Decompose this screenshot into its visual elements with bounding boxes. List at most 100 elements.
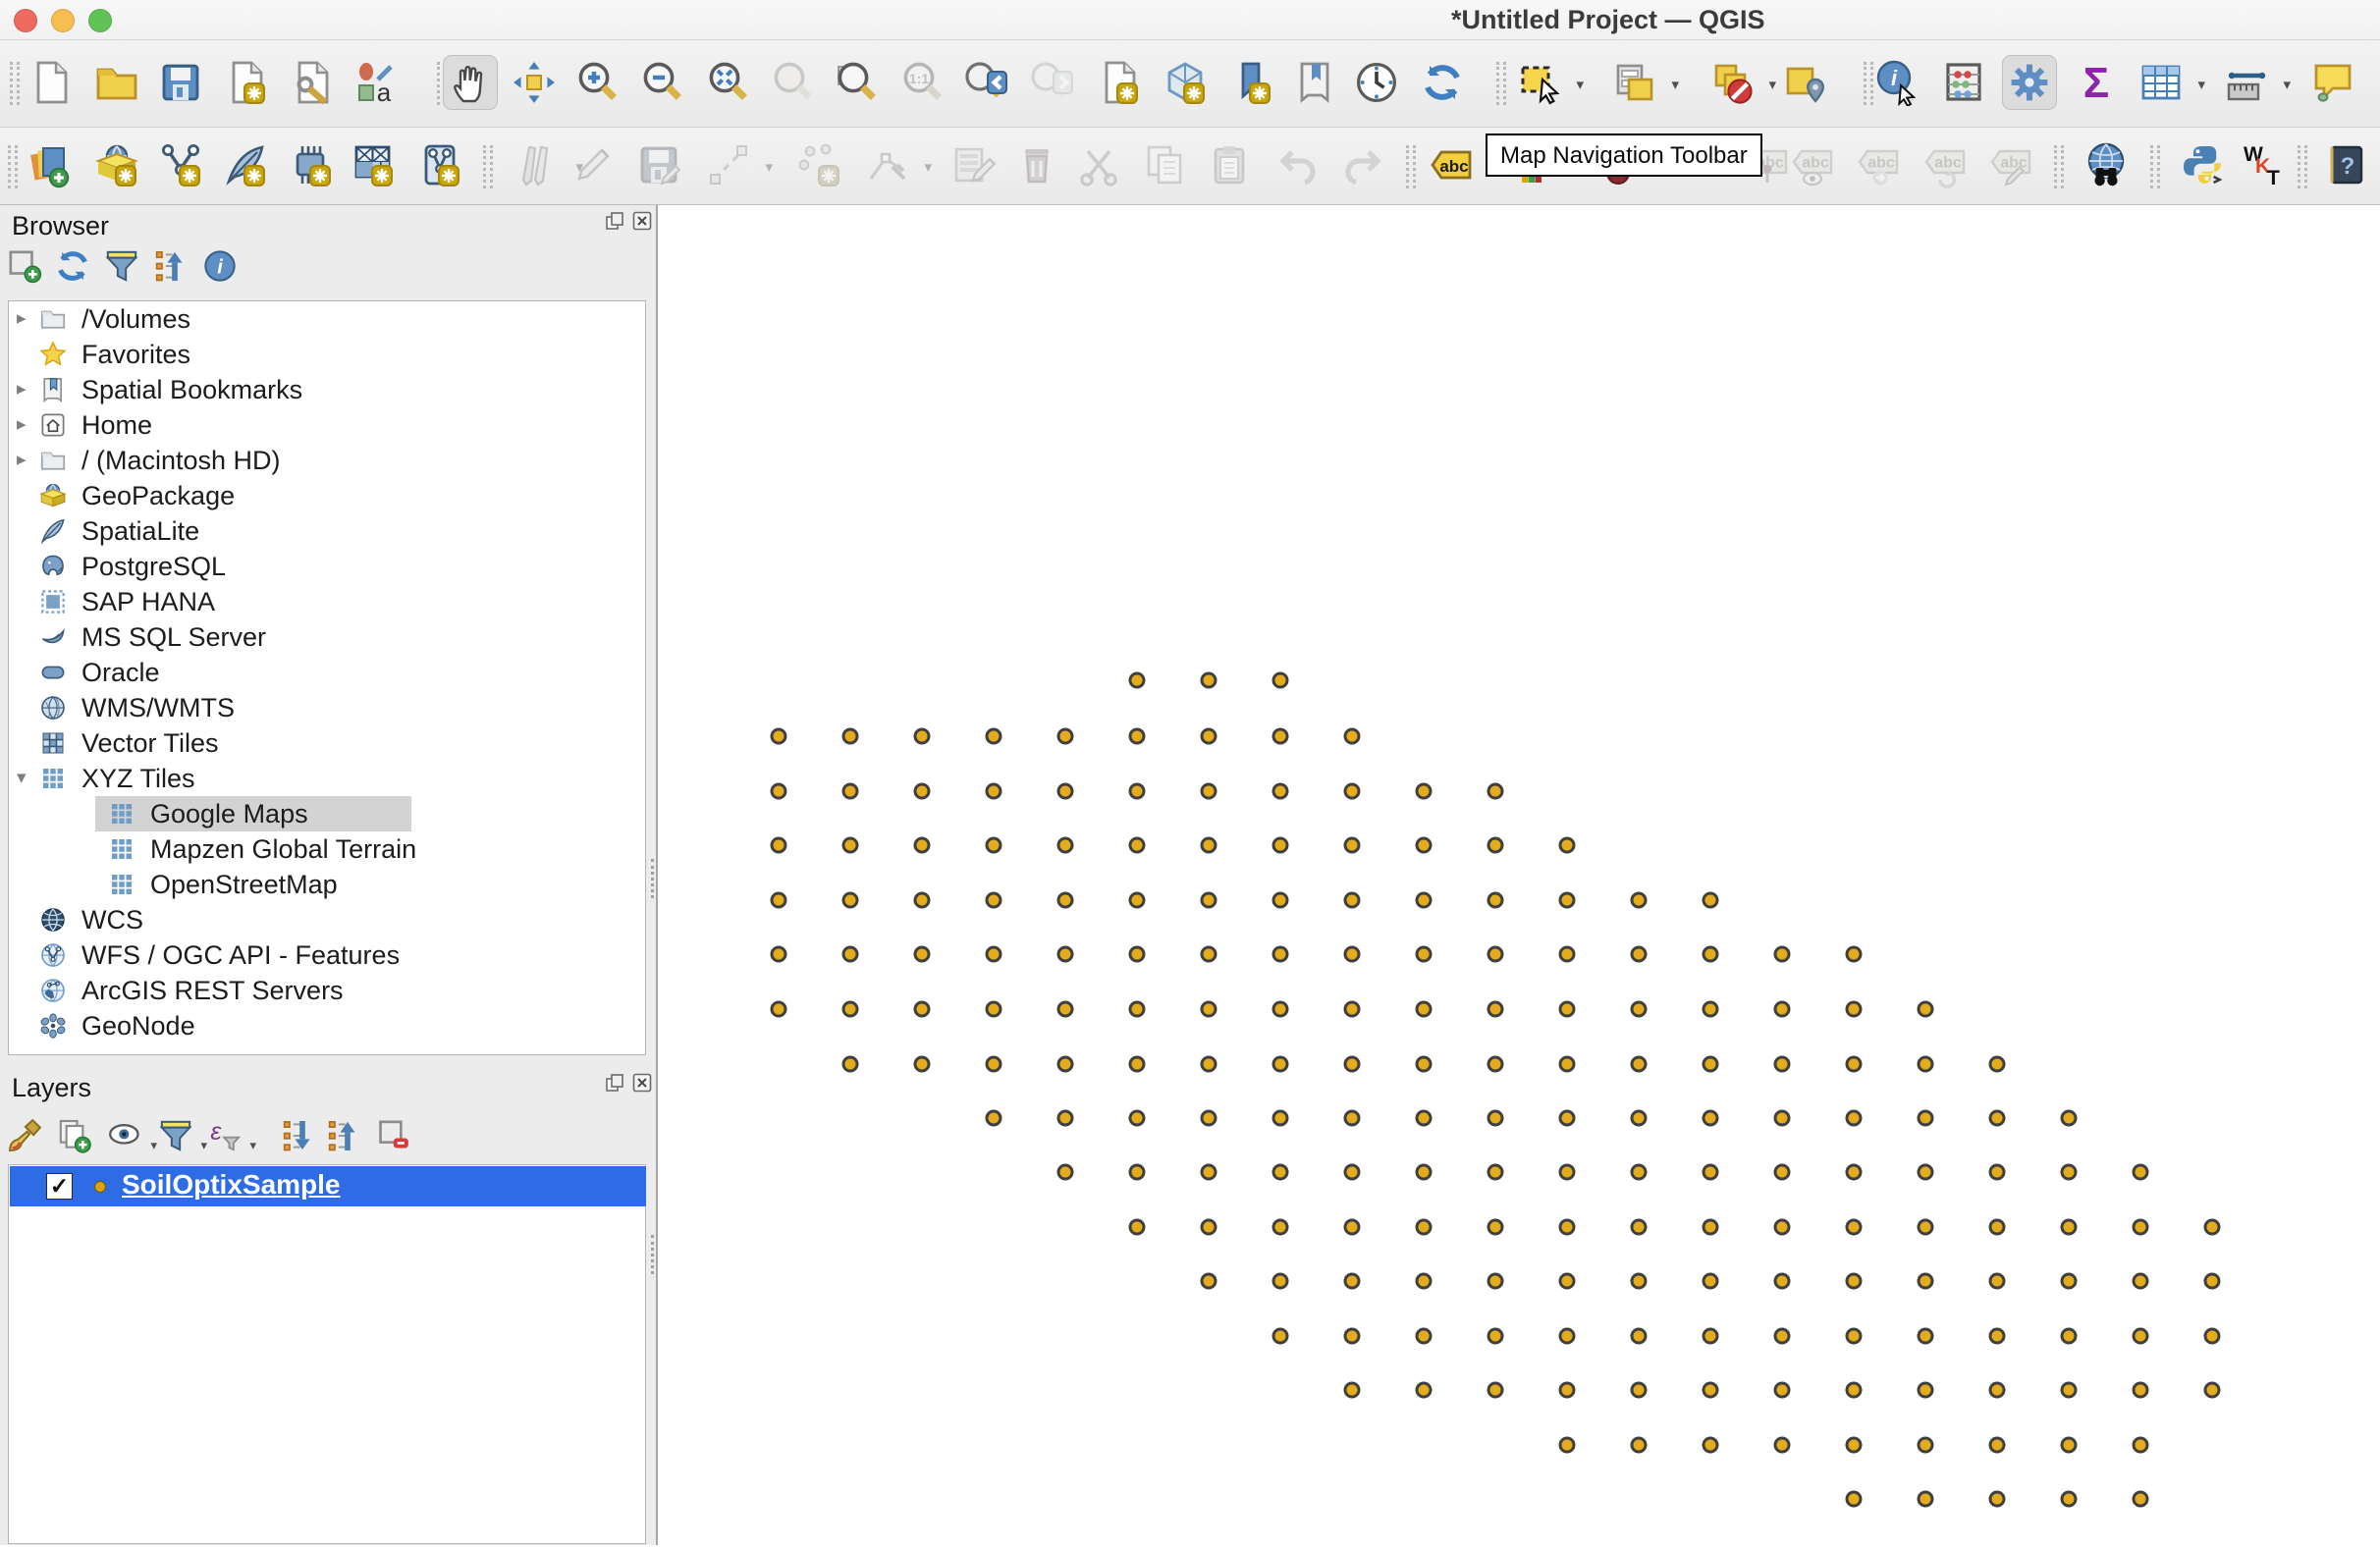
layer-name[interactable]: SoilOptixSample xyxy=(122,1169,341,1201)
add-vector-layer-button[interactable] xyxy=(89,137,144,192)
browser-item-spatialite[interactable]: SpatiaLite xyxy=(9,513,645,549)
measure-line-dropdown[interactable]: ▾ xyxy=(2283,76,2291,93)
show-statistics-button[interactable]: Σ xyxy=(2069,55,2124,110)
select-features-by-rectangle-dropdown[interactable]: ▾ xyxy=(1576,76,1584,93)
disclosure-right-icon[interactable]: ▸ xyxy=(17,407,27,443)
browser-item-wfs-ogc-api-features[interactable]: WFS / OGC API - Features xyxy=(9,937,645,973)
new-project-button[interactable] xyxy=(23,55,78,110)
browser-item-postgresql[interactable]: PostgreSQL xyxy=(9,549,645,584)
minimize-window-button[interactable] xyxy=(51,9,75,32)
zoom-to-layer-button[interactable] xyxy=(830,55,885,110)
filter-legend-button[interactable]: ▾ xyxy=(152,1112,199,1159)
filter-browser-button[interactable] xyxy=(98,242,145,290)
refresh-map-button[interactable] xyxy=(1415,55,1470,110)
statistical-summary-button[interactable] xyxy=(1936,55,1991,110)
browser-item-home[interactable]: ▸Home xyxy=(9,407,645,443)
layer-labeling-button[interactable]: abc xyxy=(1424,137,1479,192)
digitize-with-segment-dropdown[interactable]: ▾ xyxy=(765,158,773,176)
new-spatial-bookmark-button[interactable] xyxy=(1223,55,1278,110)
add-selected-layers-button[interactable] xyxy=(1,242,48,290)
vertex-tool-dropdown[interactable]: ▾ xyxy=(924,158,932,176)
open-data-source-manager-button[interactable] xyxy=(23,137,78,192)
browser-item-mapzen-global-terrain[interactable]: Mapzen Global Terrain xyxy=(9,831,645,867)
select-features-by-rectangle-button[interactable]: ▾ xyxy=(1512,55,1567,110)
browser-item-oracle[interactable]: Oracle xyxy=(9,655,645,690)
metasearch-button[interactable] xyxy=(2079,137,2134,192)
open-project-button[interactable] xyxy=(89,55,144,110)
browser-item-xyz-tiles[interactable]: ▾XYZ Tiles xyxy=(9,761,645,796)
map-canvas[interactable] xyxy=(658,205,2380,1545)
browser-item-wms-wmts[interactable]: WMS/WMTS xyxy=(9,690,645,725)
pan-to-selection-button[interactable] xyxy=(507,55,562,110)
browser-item-arcgis-rest-servers[interactable]: ArcGIS REST Servers xyxy=(9,973,645,1008)
open-attribute-table-button[interactable]: ▾ xyxy=(2134,55,2189,110)
zoom-out-button[interactable] xyxy=(635,55,690,110)
open-attribute-table-dropdown[interactable]: ▾ xyxy=(2197,76,2205,93)
select-features-by-value-dropdown[interactable]: ▾ xyxy=(1671,76,1679,93)
temporal-controller-button[interactable] xyxy=(1349,55,1404,110)
layer-visibility-checkbox[interactable]: ✓ xyxy=(46,1173,73,1200)
browser-item-favorites[interactable]: Favorites xyxy=(9,337,645,372)
style-manager-button[interactable]: a xyxy=(346,55,401,110)
zoom-last-button[interactable] xyxy=(960,55,1015,110)
browser-item-volumes[interactable]: ▸/Volumes xyxy=(9,301,645,337)
collapse-all-button[interactable] xyxy=(319,1112,366,1159)
new-temporary-scratch-layer-button[interactable] xyxy=(412,137,467,192)
remove-layer-button[interactable] xyxy=(369,1112,416,1159)
browser-item-wcs[interactable]: WCS xyxy=(9,902,645,937)
select-features-by-value-button[interactable]: ▾ xyxy=(1607,55,1662,110)
zoom-in-button[interactable] xyxy=(570,55,625,110)
zoom-full-extent-button[interactable] xyxy=(701,55,756,110)
select-by-location-button[interactable] xyxy=(1777,55,1832,110)
browser-close-button[interactable] xyxy=(630,209,654,233)
new-print-layout-button[interactable] xyxy=(218,55,273,110)
refresh-browser-button[interactable] xyxy=(49,242,96,290)
browser-item-macintosh-hd[interactable]: ▸/ (Macintosh HD) xyxy=(9,443,645,478)
open-layer-styling-button[interactable] xyxy=(1,1112,48,1159)
close-window-button[interactable] xyxy=(14,9,37,32)
new-3d-map-view-button[interactable] xyxy=(1158,55,1213,110)
layers-close-button[interactable] xyxy=(630,1071,654,1095)
new-mesh-layer-button[interactable] xyxy=(346,137,401,192)
identify-features-button[interactable]: i xyxy=(1869,55,1924,110)
new-spatialite-layer-button[interactable] xyxy=(218,137,273,192)
add-group-button[interactable] xyxy=(51,1112,98,1159)
collapse-all-button[interactable] xyxy=(146,242,193,290)
browser-item-ms-sql-server[interactable]: MS SQL Server xyxy=(9,619,645,655)
help-button[interactable]: ? xyxy=(2319,137,2374,192)
disclosure-right-icon[interactable]: ▸ xyxy=(17,301,27,337)
browser-item-geonode[interactable]: GeoNode xyxy=(9,1008,645,1043)
filter-by-expression-button[interactable]: ε▾ xyxy=(201,1112,248,1159)
processing-toolbox-button[interactable] xyxy=(2002,55,2057,110)
filter-by-expression-dropdown[interactable]: ▾ xyxy=(249,1138,256,1153)
show-properties-button[interactable]: i xyxy=(196,242,243,290)
browser-item-google-maps[interactable]: Google Maps xyxy=(9,796,645,831)
python-console-button[interactable] xyxy=(2175,137,2230,192)
measure-line-button[interactable]: ▾ xyxy=(2219,55,2274,110)
new-geopackage-layer-button[interactable] xyxy=(153,137,208,192)
layers-float-button[interactable] xyxy=(603,1071,626,1095)
pan-map-button[interactable] xyxy=(443,55,498,110)
browser-item-openstreetmap[interactable]: OpenStreetMap xyxy=(9,867,645,902)
browser-item-sap-hana[interactable]: SAP HANA xyxy=(9,584,645,619)
browser-float-button[interactable] xyxy=(603,209,626,233)
new-map-view-button[interactable] xyxy=(1091,55,1146,110)
browser-item-spatial-bookmarks[interactable]: ▸Spatial Bookmarks xyxy=(9,372,645,407)
layer-row-soiloptixsample[interactable]: ✓ SoilOptixSample xyxy=(10,1166,646,1206)
deselect-features-dropdown[interactable]: ▾ xyxy=(1768,76,1776,93)
browser-item-geopackage[interactable]: GeoPackage xyxy=(9,478,645,513)
zoom-window-button[interactable] xyxy=(88,9,112,32)
save-project-button[interactable] xyxy=(153,55,208,110)
new-virtual-layer-button[interactable] xyxy=(284,137,339,192)
show-layout-manager-button[interactable] xyxy=(284,55,339,110)
wkt-tools-button[interactable]: WKT xyxy=(2235,137,2290,192)
expand-all-button[interactable] xyxy=(274,1112,321,1159)
disclosure-right-icon[interactable]: ▸ xyxy=(17,443,27,478)
manage-map-themes-button[interactable]: ▾ xyxy=(102,1112,149,1159)
deselect-features-button[interactable]: ▾ xyxy=(1704,55,1759,110)
browser-item-vector-tiles[interactable]: Vector Tiles xyxy=(9,725,645,761)
show-spatial-bookmarks-button[interactable] xyxy=(1287,55,1342,110)
disclosure-down-icon[interactable]: ▾ xyxy=(17,761,27,796)
map-tips-button[interactable] xyxy=(2305,55,2360,110)
disclosure-right-icon[interactable]: ▸ xyxy=(17,372,27,407)
